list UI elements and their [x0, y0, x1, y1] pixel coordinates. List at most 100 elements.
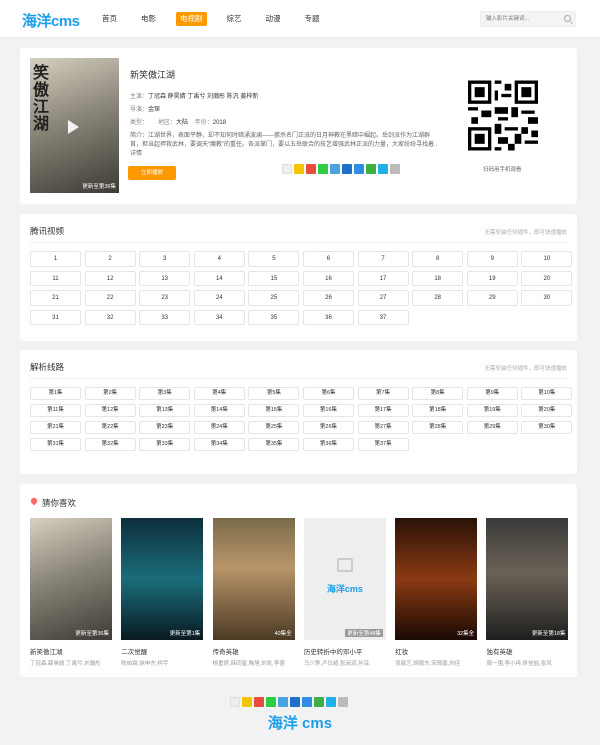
- episode-button[interactable]: 8: [412, 251, 464, 267]
- share-renren-icon[interactable]: [290, 697, 300, 707]
- intro-more-link[interactable]: 详情: [130, 151, 142, 157]
- nav-item-topic[interactable]: 专题: [301, 12, 324, 26]
- episode-button[interactable]: 32: [84, 309, 136, 325]
- episode-button[interactable]: 34: [193, 309, 245, 325]
- episode-button[interactable]: 25: [248, 290, 300, 306]
- episode-button[interactable]: 36: [302, 309, 354, 325]
- episode-button[interactable]: 第15集: [248, 404, 300, 417]
- share-more-icon[interactable]: [230, 697, 240, 707]
- episode-button[interactable]: 第19集: [466, 404, 518, 417]
- share-qzone-icon[interactable]: [242, 697, 252, 707]
- episode-button[interactable]: 21: [30, 290, 81, 306]
- episode-button[interactable]: 第6集: [302, 387, 354, 400]
- episode-button[interactable]: 第27集: [357, 421, 409, 434]
- recommend-item[interactable]: 更新至第36集 新笑傲江湖 丁冠森,薛昊婧,丁禹兮,刘瀚彤: [30, 518, 112, 667]
- search-icon[interactable]: [564, 15, 571, 22]
- share-baidu-icon[interactable]: [302, 697, 312, 707]
- recommend-title[interactable]: 二次觉醒: [121, 646, 203, 656]
- nav-item-variety[interactable]: 综艺: [223, 12, 246, 26]
- episode-button[interactable]: 第31集: [30, 438, 81, 451]
- recommend-poster[interactable]: 海洋cms 更新至第48集: [303, 518, 386, 640]
- episode-button[interactable]: 第26集: [302, 421, 354, 434]
- share-douban-icon[interactable]: [366, 164, 376, 174]
- share-print-icon[interactable]: [338, 697, 348, 707]
- recommend-item[interactable]: 40集全 传奇英雄 杨重妍,韩同星,陶旭,刘凯,李德: [212, 518, 295, 667]
- episode-button[interactable]: 20: [521, 270, 573, 286]
- play-now-button[interactable]: 立即播放: [128, 166, 176, 180]
- episode-button[interactable]: 27: [357, 290, 409, 306]
- nav-item-anime[interactable]: 动漫: [262, 12, 285, 26]
- episode-button[interactable]: 第12集: [84, 404, 136, 417]
- episode-button[interactable]: 第5集: [248, 387, 300, 400]
- share-wechat-icon[interactable]: [318, 164, 328, 174]
- recommend-item[interactable]: 更新至第1集 二次觉醒 陈柏霖,徐申东,柯宇: [121, 518, 204, 667]
- recommend-title[interactable]: 传奇英雄: [213, 646, 295, 656]
- episode-button[interactable]: 第22集: [84, 421, 136, 434]
- share-tqq-icon[interactable]: [278, 697, 288, 707]
- recommend-item[interactable]: 32集全 红妆 张歆艺,胡佩东,宋佩鑫,刘佳: [395, 518, 478, 667]
- recommend-title[interactable]: 历史转折中的邓小平: [304, 646, 386, 656]
- nav-item-home[interactable]: 首页: [98, 12, 121, 26]
- recommend-poster[interactable]: 32集全: [395, 518, 478, 640]
- episode-button[interactable]: 第20集: [521, 404, 573, 417]
- recommend-item[interactable]: 海洋cms 更新至第48集 历史转折中的邓小平 马少骅,卢日超,张淑润,孙淳,: [303, 518, 386, 667]
- share-tqq-icon[interactable]: [330, 164, 340, 174]
- episode-button[interactable]: 33: [139, 309, 191, 325]
- episode-button[interactable]: 第28集: [412, 421, 464, 434]
- episode-button[interactable]: 12: [84, 270, 136, 286]
- episode-button[interactable]: 第25集: [248, 421, 300, 434]
- nav-item-tv[interactable]: 电视剧: [176, 12, 207, 26]
- recommend-poster[interactable]: 更新至第36集: [30, 518, 112, 640]
- episode-button[interactable]: 29: [466, 290, 518, 306]
- episode-button[interactable]: 13: [139, 270, 191, 286]
- episode-button[interactable]: 3: [139, 251, 191, 267]
- recommend-poster[interactable]: 40集全: [212, 518, 295, 640]
- share-kaixin-icon[interactable]: [378, 164, 388, 174]
- episode-button[interactable]: 第10集: [521, 387, 573, 400]
- episode-button[interactable]: 24: [193, 290, 245, 306]
- episode-button[interactable]: 第14集: [193, 404, 245, 417]
- episode-button[interactable]: 第13集: [139, 404, 191, 417]
- share-baidu-icon[interactable]: [354, 164, 364, 174]
- episode-button[interactable]: 第9集: [466, 387, 518, 400]
- episode-button[interactable]: 第35集: [248, 438, 300, 451]
- episode-button[interactable]: 第7集: [357, 387, 409, 400]
- recommend-title[interactable]: 红妆: [395, 646, 477, 656]
- episode-button[interactable]: 第18集: [412, 404, 464, 417]
- episode-button[interactable]: 2: [84, 251, 136, 267]
- episode-button[interactable]: 9: [466, 251, 518, 267]
- share-more-icon[interactable]: [282, 164, 292, 174]
- share-qzone-icon[interactable]: [294, 164, 304, 174]
- episode-button[interactable]: 16: [302, 270, 354, 286]
- episode-button[interactable]: 28: [412, 290, 464, 306]
- episode-button[interactable]: 14: [193, 270, 245, 286]
- episode-button[interactable]: 31: [30, 309, 81, 325]
- share-weibo-icon[interactable]: [254, 697, 264, 707]
- episode-button[interactable]: 第24集: [193, 421, 245, 434]
- recommend-poster[interactable]: 更新至第18集: [486, 518, 569, 640]
- detail-poster[interactable]: 笑傲江湖 更新至第36集: [30, 58, 119, 193]
- episode-button[interactable]: 1: [30, 251, 81, 267]
- recommend-title[interactable]: 新笑傲江湖: [30, 646, 112, 656]
- episode-button[interactable]: 第33集: [139, 438, 191, 451]
- episode-button[interactable]: 第21集: [30, 421, 81, 434]
- nav-item-movie[interactable]: 电影: [137, 12, 160, 26]
- episode-button[interactable]: 第36集: [302, 438, 354, 451]
- share-print-icon[interactable]: [390, 164, 400, 174]
- episode-button[interactable]: 17: [357, 270, 409, 286]
- cast-value[interactable]: 丁冠森 薛昊婧 丁禹兮 刘瀚彤 陈汎 姜梓新: [148, 94, 258, 100]
- episode-button[interactable]: 23: [139, 290, 191, 306]
- share-renren-icon[interactable]: [342, 164, 352, 174]
- episode-button[interactable]: 第3集: [139, 387, 191, 400]
- share-kaixin-icon[interactable]: [326, 697, 336, 707]
- episode-button[interactable]: 第11集: [30, 404, 81, 417]
- episode-button[interactable]: 第30集: [521, 421, 573, 434]
- episode-button[interactable]: 第37集: [357, 438, 409, 451]
- episode-button[interactable]: 4: [193, 251, 245, 267]
- episode-button[interactable]: 第23集: [139, 421, 191, 434]
- episode-button[interactable]: 5: [248, 251, 300, 267]
- recommend-title[interactable]: 独有英雄: [486, 646, 568, 656]
- site-logo[interactable]: 海洋cms: [22, 10, 80, 31]
- recommend-poster[interactable]: 更新至第1集: [121, 518, 204, 640]
- episode-button[interactable]: 18: [412, 270, 464, 286]
